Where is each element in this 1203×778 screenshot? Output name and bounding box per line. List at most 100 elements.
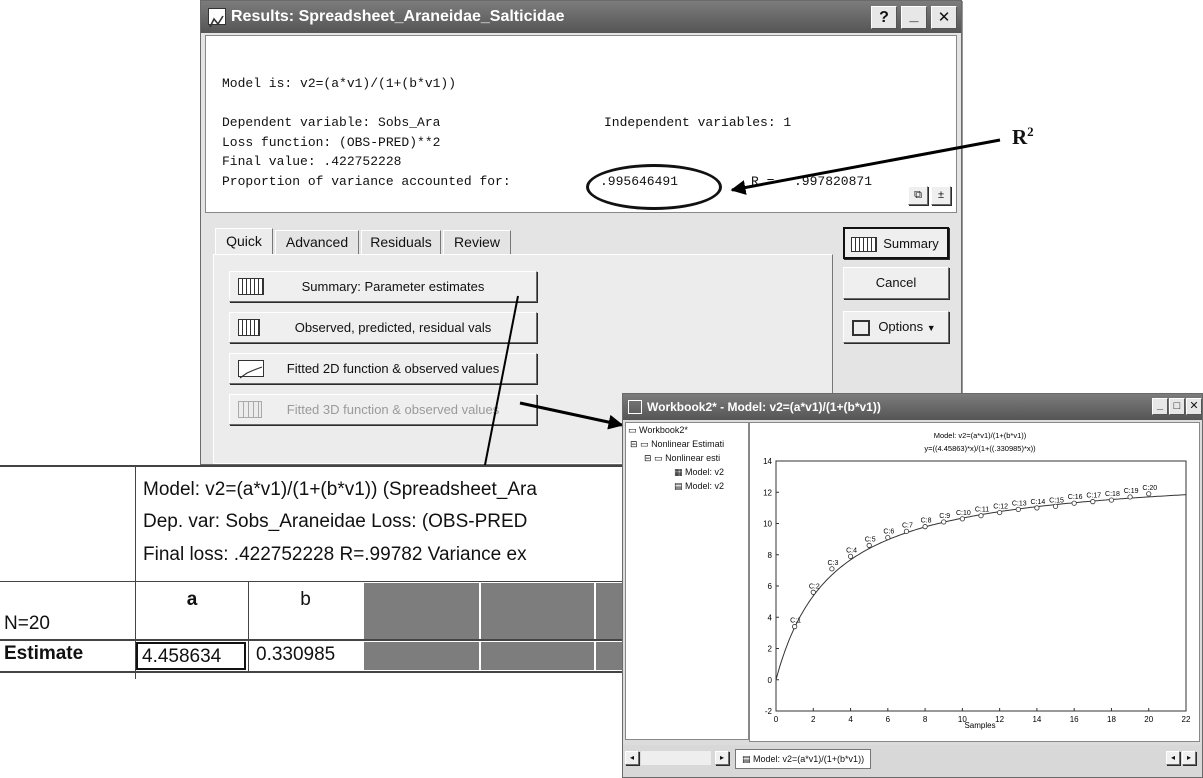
x-tick-label: 16	[1070, 715, 1079, 724]
tab-scroll-left-button[interactable]: ◂	[1166, 751, 1180, 765]
point-label: C:1	[790, 618, 801, 625]
options-icon	[852, 320, 870, 336]
data-point	[959, 516, 965, 522]
workbook-titlebar[interactable]: Workbook2* - Model: v2=(a*v1)/(1+(b*v1))	[623, 394, 1202, 420]
collapse-icon: ⊟	[630, 439, 641, 449]
y-tick-label: 14	[763, 457, 772, 466]
empty-cell-1	[364, 642, 479, 670]
app-icon	[208, 8, 226, 28]
spreadsheet-header-line-2: Dep. var: Sobs_Araneidae Loss: (OBS-PRED	[143, 511, 528, 532]
workbook-title: Workbook2* - Model: v2=(a*v1)/(1+(b*v1))	[647, 400, 881, 414]
x-tick-label: 22	[1182, 715, 1191, 724]
tab-advanced[interactable]: Advanced	[275, 230, 359, 254]
estimate-a-cell[interactable]: 4.458634	[136, 642, 246, 670]
options-button[interactable]: Options ▼	[843, 311, 949, 343]
tab-quick[interactable]: Quick	[215, 228, 273, 254]
spreadsheet-panel: Model: v2=(a*v1)/(1+(b*v1)) (Spreadsheet…	[0, 465, 625, 679]
data-point	[1090, 499, 1096, 505]
data-point	[1015, 506, 1021, 513]
point-label: C:13	[1012, 500, 1027, 507]
minimize-button[interactable]: _	[901, 6, 927, 29]
data-point	[1034, 505, 1040, 511]
results-titlebar[interactable]: Results: Spreadsheet_Araneidae_Salticida…	[201, 1, 961, 33]
point-label: C:10	[956, 510, 971, 517]
estimate-b-cell[interactable]: 0.330985	[250, 642, 362, 670]
loss-function: Loss function: (OBS-PRED)**2	[222, 135, 441, 150]
tree-item-model-table[interactable]: ▦ Model: v2	[674, 467, 724, 478]
point-label: C:11	[975, 507, 989, 514]
tab-scroll-right-button[interactable]: ▸	[1182, 751, 1196, 765]
data-point	[978, 513, 984, 519]
point-label: C:7	[902, 522, 913, 529]
data-point	[885, 534, 891, 541]
y-tick-label: -2	[765, 707, 773, 716]
empty-column-1	[364, 583, 479, 639]
results-title: Results: Spreadsheet_Araneidae_Salticida…	[231, 8, 565, 25]
collapse-icon: ⊟	[644, 453, 655, 463]
x-axis-label: Samples	[964, 721, 995, 730]
point-label: C:16	[1068, 494, 1083, 501]
grid-icon	[238, 319, 260, 336]
workbook-maximize-button[interactable]: □	[1169, 398, 1185, 415]
column-b-header[interactable]: b	[249, 583, 362, 639]
x-tick-label: 18	[1107, 715, 1116, 724]
point-label: C:2	[809, 583, 820, 590]
plot-3d-icon	[238, 401, 262, 418]
point-label: C:8	[921, 518, 932, 525]
proportion-label: Proportion of variance accounted for:	[222, 174, 511, 189]
empty-column-3	[596, 583, 625, 639]
tree-item-nonlinear-estimation[interactable]: ⊟ ▭ Nonlinear Estimati	[630, 439, 724, 450]
help-button[interactable]: ?	[871, 6, 897, 29]
r-squared-annotation: R2	[1012, 124, 1034, 149]
data-point	[1127, 494, 1133, 500]
fitted-3d-function-button[interactable]: Fitted 3D function & observed values	[229, 394, 537, 425]
column-a-header[interactable]: a	[136, 583, 248, 639]
point-label: C:9	[939, 513, 950, 520]
bottom-tab-model[interactable]: ▤ Model: v2=(a*v1)/(1+(b*v1))	[735, 749, 872, 769]
fitted-2d-function-button[interactable]: Fitted 2D function & observed values	[229, 353, 537, 384]
y-tick-label: 10	[763, 520, 772, 529]
empty-cell-3	[596, 642, 625, 670]
folder-icon: ▭	[640, 439, 652, 449]
summary-button[interactable]: Summary	[843, 227, 949, 259]
x-tick-label: 8	[923, 715, 928, 724]
expand-icon[interactable]: ±	[931, 186, 951, 205]
highlight-ellipse	[586, 164, 722, 210]
workbook-close-button[interactable]: ✕	[1186, 398, 1202, 415]
scroll-right-button[interactable]: ▸	[715, 751, 729, 765]
copy-icon[interactable]: ⧉	[908, 186, 928, 205]
x-tick-label: 0	[774, 715, 779, 724]
independent-variables: Independent variables: 1	[604, 115, 792, 130]
summary-parameter-estimates-button[interactable]: Summary: Parameter estimates	[229, 271, 537, 302]
tree-item-nonlinear-esti[interactable]: ⊟ ▭ Nonlinear esti	[644, 453, 720, 464]
workbook-window: Workbook2* - Model: v2=(a*v1)/(1+(b*v1))…	[622, 393, 1203, 778]
workbook-minimize-button[interactable]: _	[1152, 398, 1168, 415]
close-button[interactable]: ✕	[931, 6, 957, 29]
y-tick-label: 8	[768, 551, 773, 560]
x-tick-label: 2	[811, 715, 816, 724]
tab-residuals[interactable]: Residuals	[361, 230, 441, 254]
data-point	[792, 624, 798, 630]
point-label: C:5	[865, 536, 876, 543]
data-point	[997, 509, 1003, 516]
data-point	[866, 542, 872, 548]
tree-item-model-graph[interactable]: ▤ Model: v2	[674, 481, 724, 492]
cancel-button[interactable]: Cancel	[843, 267, 949, 299]
data-point	[847, 553, 854, 559]
spreadsheet-header-line-3: Final loss: .422752228 R=.99782 Variance…	[143, 544, 527, 565]
summary-table-icon	[851, 237, 877, 252]
data-point	[1071, 500, 1077, 506]
observed-predicted-residual-button[interactable]: Observed, predicted, residual vals	[229, 312, 537, 343]
tree-scrollbar-track[interactable]	[641, 751, 711, 765]
chart-subtitle: y=((4.45863)*x)/(1+((.330985)*x))	[924, 444, 1036, 453]
tab-review[interactable]: Review	[443, 230, 511, 254]
estimate-row-label: Estimate	[4, 643, 84, 664]
y-tick-label: 0	[768, 676, 773, 685]
empty-column-2	[481, 583, 594, 639]
tree-item-workbook[interactable]: ▭ Workbook2*	[628, 425, 688, 436]
scroll-left-button[interactable]: ◂	[625, 751, 639, 765]
graph-icon: ▤	[674, 481, 686, 491]
final-value: Final value: .422752228	[222, 154, 402, 169]
point-label: C:19	[1124, 488, 1139, 495]
data-point	[1052, 503, 1059, 509]
